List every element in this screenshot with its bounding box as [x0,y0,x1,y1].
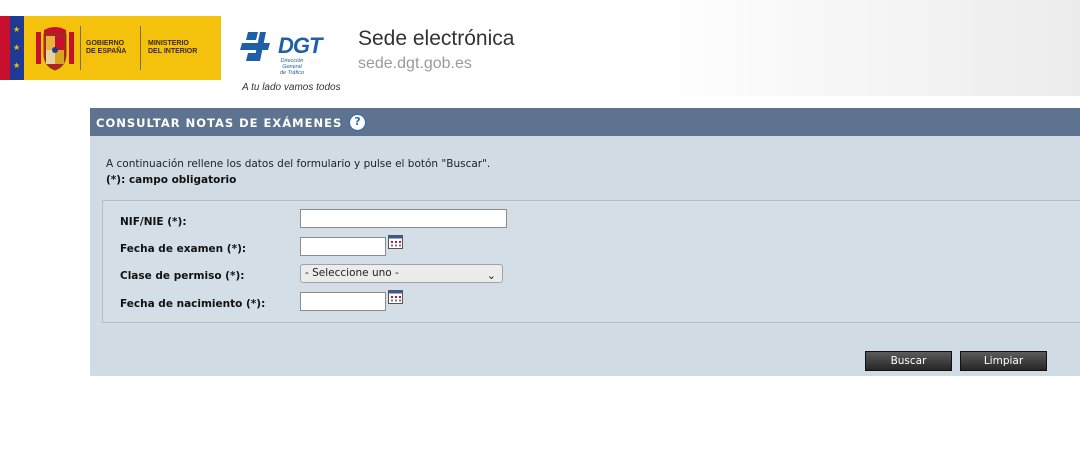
dgt-tagline: A tu lado vamos todos [242,82,341,93]
gobierno-espana-logo[interactable]: ★ ★ ★ GOBIERNO DE ESPAÑA MINISTERIO DEL … [0,16,221,80]
site-header: ★ ★ ★ GOBIERNO DE ESPAÑA MINISTERIO DEL … [0,0,1080,96]
nif-input[interactable] [300,209,507,228]
search-button[interactable]: Buscar [865,351,952,371]
dgt-wordmark: DGT [278,33,322,58]
site-title[interactable]: Sede electrónica [358,27,514,51]
ministerio-text: MINISTERIO DEL INTERIOR [148,40,198,55]
form-fieldset: NIF/NIE (*): Fecha de examen (*): Clase … [102,200,1080,323]
help-icon[interactable]: ? [349,114,366,131]
calendar-icon[interactable] [388,235,403,249]
permit-class-selected: - Seleccione uno - [305,267,399,279]
birth-date-label: Fecha de nacimiento (*): [120,298,266,310]
form-instructions: A continuación rellene los datos del for… [106,158,491,170]
logo-divider [80,26,81,70]
permit-class-label: Clase de permiso (*): [120,270,245,282]
form-panel: A continuación rellene los datos del for… [90,136,1080,376]
nif-label: NIF/NIE (*): [120,216,187,228]
coat-of-arms-icon [36,27,74,71]
calendar-icon[interactable] [388,290,403,304]
dgt-logo[interactable]: DGT Dirección General de Tráfico [226,16,347,80]
eu-flag-strip: ★ ★ ★ [0,16,24,80]
clear-button[interactable]: Limpiar [960,351,1047,371]
permit-class-select[interactable]: - Seleccione uno - ⌄ [300,264,503,283]
required-field-note: (*): campo obligatorio [106,174,237,186]
birth-date-input[interactable] [300,292,386,311]
dgt-subtitle: Dirección General de Tráfico [279,58,305,76]
exam-date-input[interactable] [300,237,386,256]
logo-divider [140,26,141,70]
chevron-down-icon: ⌄ [486,269,496,282]
gobierno-text: GOBIERNO DE ESPAÑA [86,40,127,55]
exam-date-label: Fecha de examen (*): [120,243,247,255]
panel-title: CONSULTAR NOTAS DE EXÁMENES [96,116,343,130]
site-url[interactable]: sede.dgt.gob.es [358,55,472,73]
form-panel-header: CONSULTAR NOTAS DE EXÁMENES ? [90,108,1080,136]
